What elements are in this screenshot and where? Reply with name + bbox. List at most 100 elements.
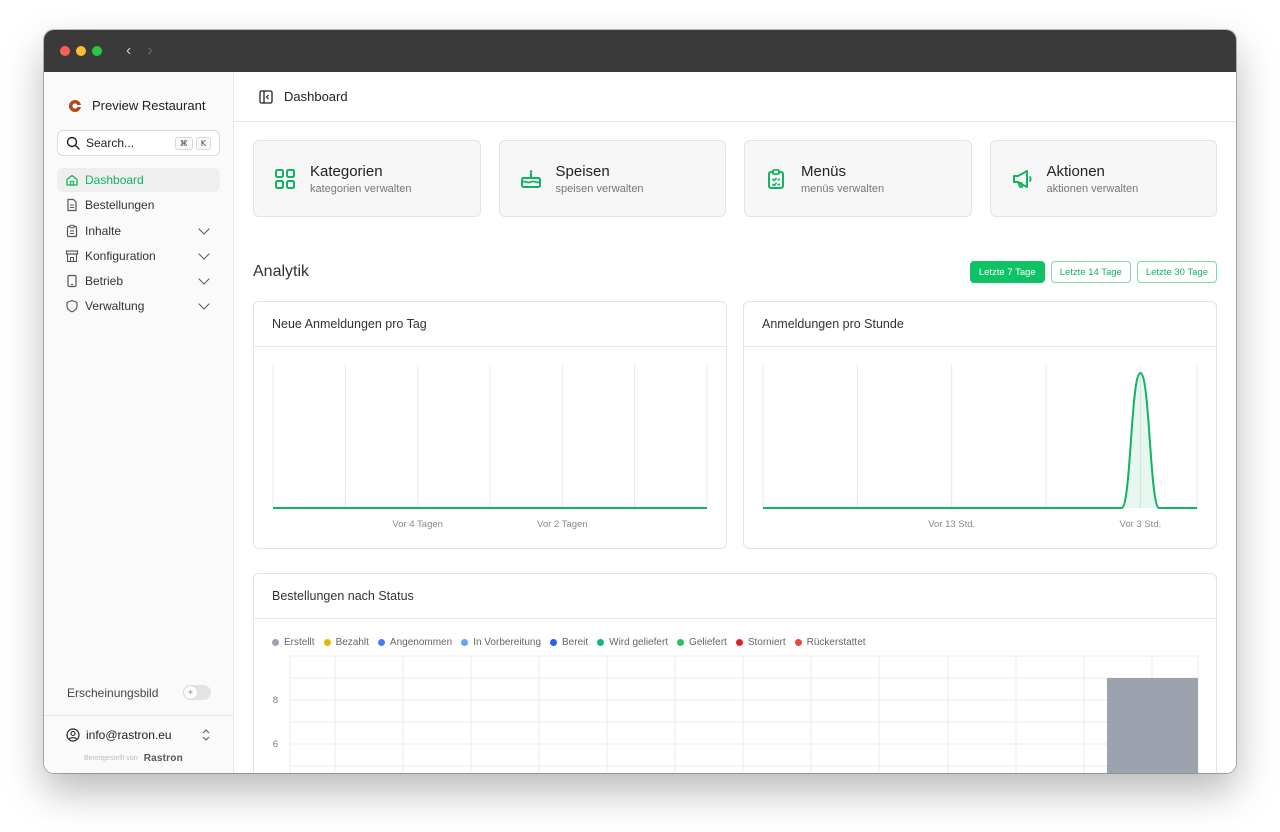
quick-links: Kategorien kategorien verwalten Speisen …: [253, 140, 1217, 217]
sidebar-item-inhalte[interactable]: Inhalte: [57, 219, 220, 243]
chart-title: Anmeldungen pro Stunde: [744, 302, 1216, 347]
page-title: Dashboard: [284, 89, 348, 104]
bar-erstellt[interactable]: [1107, 678, 1198, 773]
chart-panel-signups-per-day: Neue Anmeldungen pro Tag Vor 4 Tagen Vor …: [253, 301, 727, 549]
legend-item[interactable]: Bezahlt: [323, 637, 369, 648]
clipboard-check-icon: [768, 168, 784, 189]
brand[interactable]: Preview Restaurant: [44, 72, 233, 122]
legend-label: In Vorbereitung: [473, 637, 542, 648]
legend-item[interactable]: Wird geliefert: [597, 637, 668, 648]
cake-icon: [520, 169, 541, 188]
legend-item[interactable]: Bereit: [550, 637, 588, 648]
top-bar: Dashboard: [234, 72, 1236, 122]
chevron-down-icon[interactable]: [198, 222, 210, 235]
k-key-hint: K: [195, 136, 211, 150]
user-circle-icon: [66, 728, 80, 742]
legend-dot: [597, 639, 605, 646]
rastron-logo[interactable]: Rastron: [144, 753, 183, 764]
legend-label: Bezahlt: [335, 637, 369, 648]
sidebar-item-betrieb[interactable]: Betrieb: [57, 269, 220, 293]
legend-label: Wird geliefert: [609, 637, 669, 648]
legend-label: Geliefert: [689, 637, 727, 648]
legend-item[interactable]: Erstellt: [272, 637, 315, 648]
legend-item[interactable]: Rückerstattet: [794, 637, 866, 648]
card-aktionen[interactable]: Aktionen aktionen verwalten: [989, 140, 1217, 217]
legend-dot: [461, 639, 469, 646]
x-tick-label: Vor 13 Std.: [928, 519, 975, 530]
back-arrow-icon[interactable]: ‹: [126, 42, 131, 60]
legend-label: Erstellt: [284, 637, 315, 648]
user-menu[interactable]: info@rastron.eu: [44, 715, 233, 742]
range-30-days-button[interactable]: Letzte 30 Tage: [1136, 261, 1217, 283]
sidebar-item-label: Dashboard: [85, 173, 144, 187]
document-icon: [67, 199, 77, 212]
legend-dot: [677, 639, 685, 646]
sidebar-toggle-icon[interactable]: [258, 89, 274, 105]
chart-title: Bestellungen nach Status: [254, 574, 1216, 619]
sidebar-item-label: Verwaltung: [85, 299, 145, 314]
search-label: Search...: [86, 136, 135, 150]
sidebar-item-bestellungen[interactable]: Bestellungen: [57, 193, 220, 217]
legend-label: Angenommen: [389, 637, 453, 648]
search-icon: [66, 136, 80, 150]
sidebar-item-konfiguration[interactable]: Konfiguration: [57, 244, 220, 268]
card-title: Speisen: [555, 162, 610, 180]
chevron-down-icon[interactable]: [198, 248, 210, 260]
brand-name: Preview Restaurant: [92, 98, 206, 113]
legend-dot: [550, 639, 558, 646]
sidebar-item-verwaltung[interactable]: Verwaltung: [57, 294, 220, 318]
card-menues[interactable]: Menüs menüs verwalten: [744, 140, 972, 217]
card-subtitle: aktionen verwalten: [1046, 182, 1139, 195]
sun-icon: ☀: [184, 686, 197, 699]
legend-dot: [735, 639, 743, 646]
analytics-header: Analytik Letzte 7 Tage Letzte 14 Tage Le…: [253, 261, 1217, 283]
megaphone-icon: [1012, 169, 1032, 188]
legend-item[interactable]: Storniert: [735, 637, 786, 648]
x-tick-label: Vor 2 Tagen: [537, 519, 588, 530]
orders-by-status-chart: 86: [273, 655, 1199, 773]
legend-label: Bereit: [562, 637, 589, 648]
sidebar-item-label: Konfiguration: [85, 248, 156, 263]
clipboard-icon: [66, 224, 78, 237]
store-icon: [65, 250, 79, 262]
chevron-up-down-icon: [202, 729, 210, 741]
legend-item[interactable]: In Vorbereitung: [461, 637, 541, 648]
powered-by: Bereitgestellt von Rastron: [84, 753, 183, 764]
card-subtitle: kategorien verwalten: [310, 182, 412, 195]
chevron-down-icon[interactable]: [198, 298, 210, 311]
forward-arrow-icon[interactable]: ›: [147, 42, 152, 60]
legend-label: Rückerstattet: [806, 637, 866, 648]
y-tick-label: 6: [273, 739, 278, 750]
sidebar-menu: Dashboard Bestellungen Inhalte Konfigura…: [44, 168, 233, 318]
card-title: Menüs: [801, 162, 847, 180]
card-subtitle: menüs verwalten: [801, 182, 885, 195]
command-key-hint: ⌘: [174, 136, 193, 150]
chart-title: Neue Anmeldungen pro Tag: [254, 302, 726, 347]
analytics-title: Analytik: [253, 263, 310, 280]
minimize-window-button[interactable]: [76, 46, 86, 56]
legend-item[interactable]: Angenommen: [377, 637, 453, 648]
search-input[interactable]: Search... ⌘ K: [57, 130, 220, 156]
browser-window: ‹ › Preview Restaurant Search... ⌘ K Das…: [44, 30, 1236, 773]
shield-icon: [66, 300, 78, 313]
range-14-days-button[interactable]: Letzte 14 Tage: [1050, 261, 1131, 283]
appearance-setting: Erscheinungsbild ☀: [67, 685, 211, 700]
appearance-toggle[interactable]: ☀: [183, 685, 211, 700]
sidebar-item-label: Inhalte: [85, 223, 122, 238]
legend-dot: [323, 639, 331, 646]
maximize-window-button[interactable]: [92, 46, 102, 56]
main-content: Dashboard Kategorien kategorien verwalte…: [234, 72, 1236, 773]
close-window-button[interactable]: [60, 46, 70, 56]
y-tick-label: 8: [273, 695, 278, 706]
sidebar-item-dashboard[interactable]: Dashboard: [57, 168, 220, 192]
title-bar: ‹ ›: [44, 30, 1236, 72]
legend-item[interactable]: Geliefert: [677, 637, 727, 648]
signups-per-hour-chart: Vor 13 Std. Vor 3 Std.: [762, 365, 1198, 530]
legend-label: Storniert: [747, 637, 786, 648]
x-tick-label: Vor 3 Std.: [1120, 519, 1162, 530]
card-speisen[interactable]: Speisen speisen verwalten: [498, 140, 726, 217]
range-7-days-button[interactable]: Letzte 7 Tage: [969, 261, 1045, 283]
card-kategorien[interactable]: Kategorien kategorien verwalten: [253, 140, 481, 217]
chevron-down-icon[interactable]: [198, 273, 210, 285]
home-icon: [66, 174, 78, 186]
